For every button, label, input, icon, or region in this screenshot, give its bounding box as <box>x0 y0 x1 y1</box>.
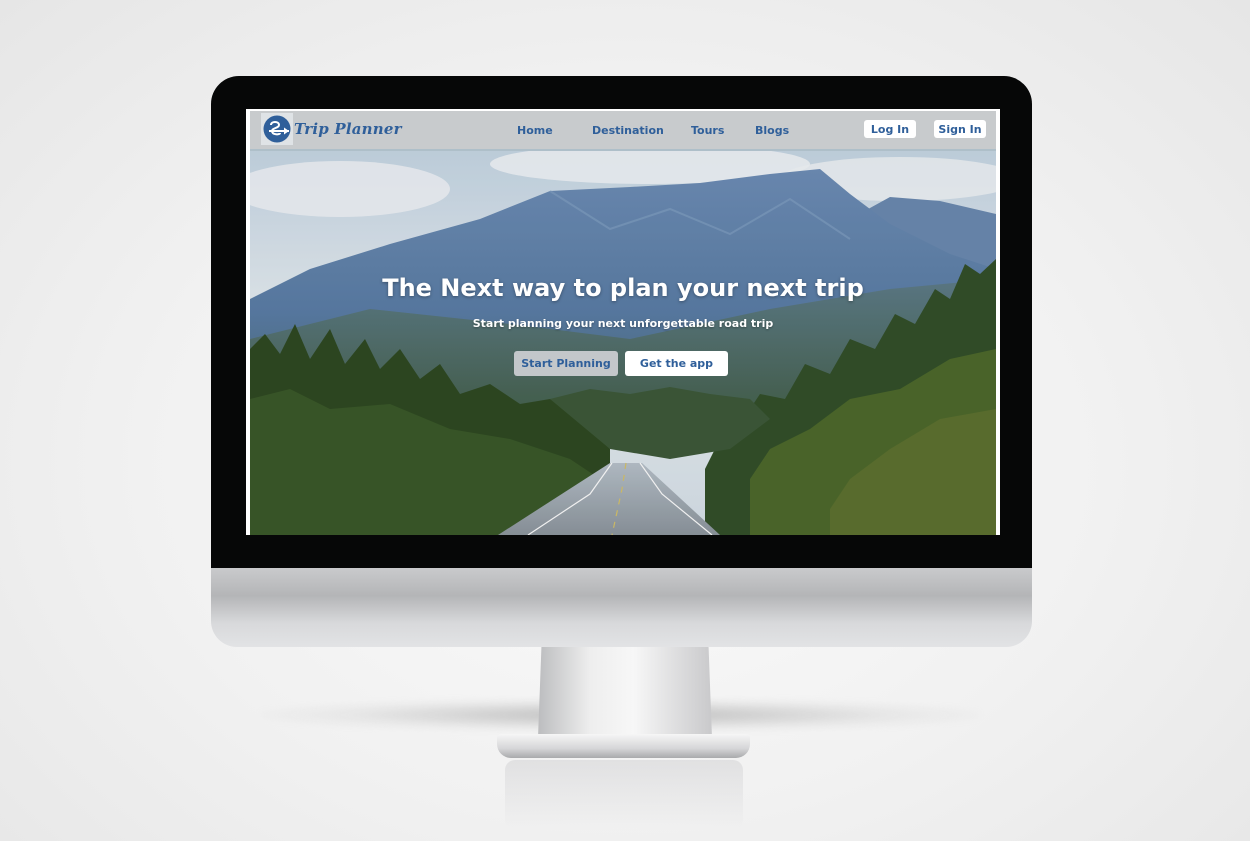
hero-subtitle: Start planning your next unforgettable r… <box>472 317 774 330</box>
brand-name: Trip Planner <box>294 120 402 138</box>
monitor-screen: The Next way to plan your next trip Star… <box>246 109 1000 535</box>
brand-logo[interactable]: Trip Planner <box>261 113 402 145</box>
hero-section: The Next way to plan your next trip Star… <box>250 149 996 535</box>
hero-background-image <box>250 149 996 535</box>
get-the-app-button[interactable]: Get the app <box>625 351 728 376</box>
top-navbar: Trip Planner Home Destination Tours Blog… <box>250 111 996 151</box>
nav-link-tours[interactable]: Tours <box>691 124 724 137</box>
monitor-stand-neck <box>538 646 712 738</box>
start-planning-button[interactable]: Start Planning <box>514 351 618 376</box>
sign-in-button[interactable]: Sign In <box>934 120 986 138</box>
stand-reflection <box>505 760 743 830</box>
nav-link-blogs[interactable]: Blogs <box>755 124 789 137</box>
nav-link-destination[interactable]: Destination <box>592 124 664 137</box>
log-in-button[interactable]: Log In <box>864 120 916 138</box>
monitor-chin <box>211 567 1032 647</box>
monitor-stand-base <box>497 734 750 758</box>
circle-arrow-logo-icon <box>261 113 293 145</box>
hero-title: The Next way to plan your next trip <box>382 274 864 302</box>
nav-link-home[interactable]: Home <box>517 124 553 137</box>
